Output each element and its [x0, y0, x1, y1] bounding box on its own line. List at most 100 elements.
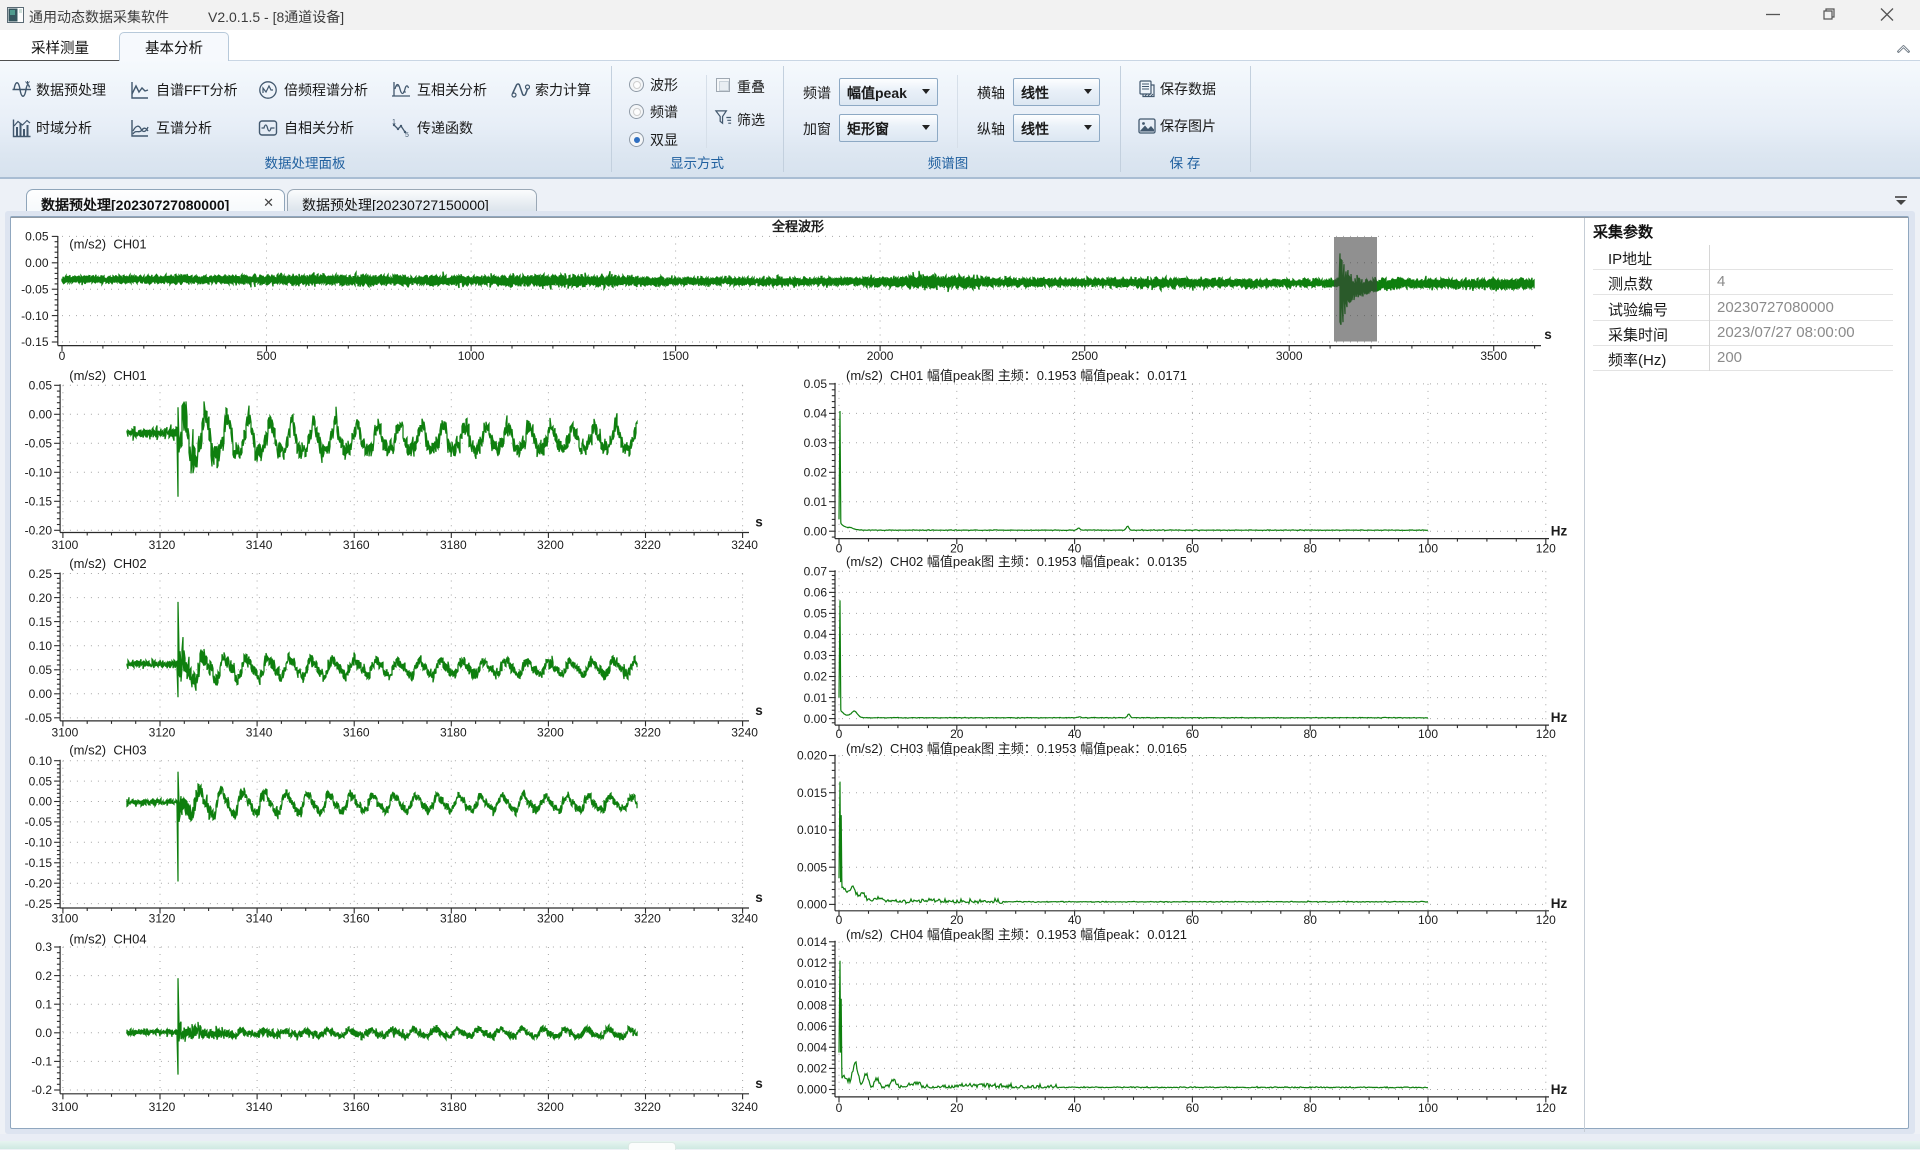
svg-text:0.015: 0.015 — [797, 786, 827, 800]
svg-text:3100: 3100 — [52, 725, 79, 739]
svg-text:0: 0 — [59, 349, 66, 363]
svg-text:-0.15: -0.15 — [25, 856, 53, 870]
svg-text:0.00: 0.00 — [804, 524, 828, 538]
svg-text:20: 20 — [950, 1101, 964, 1115]
svg-text:3120: 3120 — [149, 538, 176, 552]
svg-text:2500: 2500 — [1071, 349, 1098, 363]
svg-text:0.01: 0.01 — [804, 691, 828, 705]
svg-text:3240: 3240 — [731, 725, 758, 739]
svg-text:0.1: 0.1 — [35, 997, 52, 1011]
svg-text:0.01: 0.01 — [804, 495, 828, 509]
svg-text:3120: 3120 — [149, 912, 176, 926]
svg-text:0.06: 0.06 — [804, 586, 828, 600]
svg-text:0: 0 — [836, 727, 843, 741]
svg-text:3220: 3220 — [634, 1100, 661, 1114]
svg-text:3240: 3240 — [731, 538, 758, 552]
svg-text:0.00: 0.00 — [804, 712, 828, 726]
svg-text:0.10: 0.10 — [29, 754, 53, 768]
svg-text:0.005: 0.005 — [797, 860, 827, 874]
svg-text:0.010: 0.010 — [797, 823, 827, 837]
svg-text:0.05: 0.05 — [804, 377, 828, 391]
svg-text:0.2: 0.2 — [35, 969, 52, 983]
svg-text:0.07: 0.07 — [804, 565, 828, 579]
svg-text:1000: 1000 — [458, 349, 485, 363]
svg-text:(m/s2) CH04 幅值peak图 主频：0.1953: (m/s2) CH04 幅值peak图 主频：0.1953 幅值peak：0.0… — [846, 927, 1187, 942]
svg-text:0.02: 0.02 — [804, 670, 828, 684]
svg-text:3140: 3140 — [246, 1100, 273, 1114]
svg-text:3180: 3180 — [440, 912, 467, 926]
svg-text:0.05: 0.05 — [29, 663, 53, 677]
svg-text:(m/s2) CH01 幅值peak图 主频：0.1953: (m/s2) CH01 幅值peak图 主频：0.1953 幅值peak：0.0… — [846, 368, 1187, 383]
svg-text:0.25: 0.25 — [29, 567, 53, 581]
svg-text:0.00: 0.00 — [25, 256, 49, 270]
svg-text:0.05: 0.05 — [29, 774, 53, 788]
svg-text:60: 60 — [1186, 913, 1200, 927]
svg-text:0.020: 0.020 — [797, 749, 827, 763]
svg-text:s: s — [755, 890, 763, 905]
svg-text:3240: 3240 — [731, 912, 758, 926]
svg-text:80: 80 — [1304, 1101, 1318, 1115]
svg-text:(m/s2) CH01: (m/s2) CH01 — [69, 237, 146, 252]
svg-text:0.00: 0.00 — [29, 687, 53, 701]
svg-text:100: 100 — [1418, 913, 1438, 927]
svg-text:3100: 3100 — [52, 538, 79, 552]
svg-text:0: 0 — [836, 1101, 843, 1115]
svg-text:(m/s2) CH03: (m/s2) CH03 — [69, 742, 146, 757]
svg-text:-0.10: -0.10 — [21, 309, 49, 323]
svg-text:-0.1: -0.1 — [31, 1055, 52, 1069]
svg-text:0.006: 0.006 — [797, 1019, 827, 1033]
svg-text:0.00: 0.00 — [29, 795, 53, 809]
svg-text:120: 120 — [1536, 1101, 1556, 1115]
svg-text:0.03: 0.03 — [804, 649, 828, 663]
svg-text:80: 80 — [1304, 913, 1318, 927]
svg-text:s: s — [755, 515, 763, 530]
svg-text:-0.10: -0.10 — [25, 836, 53, 850]
svg-text:60: 60 — [1186, 1101, 1200, 1115]
svg-text:500: 500 — [256, 349, 276, 363]
svg-text:0.05: 0.05 — [804, 607, 828, 621]
svg-text:3200: 3200 — [537, 538, 564, 552]
svg-text:3240: 3240 — [731, 1100, 758, 1114]
svg-text:Hz: Hz — [1551, 1082, 1568, 1097]
svg-text:20: 20 — [950, 727, 964, 741]
svg-text:全程波形: 全程波形 — [771, 219, 824, 234]
svg-text:(m/s2) CH01: (m/s2) CH01 — [69, 368, 146, 383]
svg-text:s: s — [755, 1076, 763, 1091]
svg-text:0.002: 0.002 — [797, 1062, 827, 1076]
svg-text:0.05: 0.05 — [25, 230, 49, 244]
svg-text:3220: 3220 — [634, 538, 661, 552]
svg-text:3100: 3100 — [52, 1100, 79, 1114]
svg-text:-0.05: -0.05 — [25, 815, 53, 829]
svg-text:120: 120 — [1536, 542, 1556, 556]
svg-text:-0.10: -0.10 — [25, 466, 53, 480]
svg-text:120: 120 — [1536, 913, 1556, 927]
svg-text:-0.05: -0.05 — [25, 711, 53, 725]
svg-text:100: 100 — [1418, 1101, 1438, 1115]
svg-text:3200: 3200 — [537, 725, 564, 739]
svg-text:0.04: 0.04 — [804, 407, 828, 421]
svg-text:80: 80 — [1304, 542, 1318, 556]
svg-text:3200: 3200 — [537, 1100, 564, 1114]
svg-text:3220: 3220 — [634, 912, 661, 926]
svg-text:0.000: 0.000 — [797, 898, 827, 912]
svg-text:3180: 3180 — [440, 1100, 467, 1114]
svg-text:(m/s2) CH04: (m/s2) CH04 — [69, 931, 146, 946]
svg-text:20: 20 — [950, 913, 964, 927]
svg-text:0.010: 0.010 — [797, 977, 827, 991]
svg-text:0: 0 — [836, 913, 843, 927]
svg-text:40: 40 — [1068, 727, 1082, 741]
svg-text:3120: 3120 — [149, 725, 176, 739]
svg-text:0.014: 0.014 — [797, 935, 827, 949]
svg-text:s: s — [1544, 327, 1552, 342]
svg-text:3140: 3140 — [246, 912, 273, 926]
svg-text:0.008: 0.008 — [797, 998, 827, 1012]
svg-text:1500: 1500 — [662, 349, 689, 363]
svg-text:100: 100 — [1418, 727, 1438, 741]
svg-text:3220: 3220 — [634, 725, 661, 739]
svg-text:(m/s2) CH03 幅值peak图 主频：0.1953: (m/s2) CH03 幅值peak图 主频：0.1953 幅值peak：0.0… — [846, 741, 1187, 756]
svg-text:2000: 2000 — [867, 349, 894, 363]
svg-text:3180: 3180 — [440, 538, 467, 552]
svg-text:3140: 3140 — [246, 725, 273, 739]
svg-text:Hz: Hz — [1551, 896, 1568, 911]
svg-text:0.012: 0.012 — [797, 956, 827, 970]
